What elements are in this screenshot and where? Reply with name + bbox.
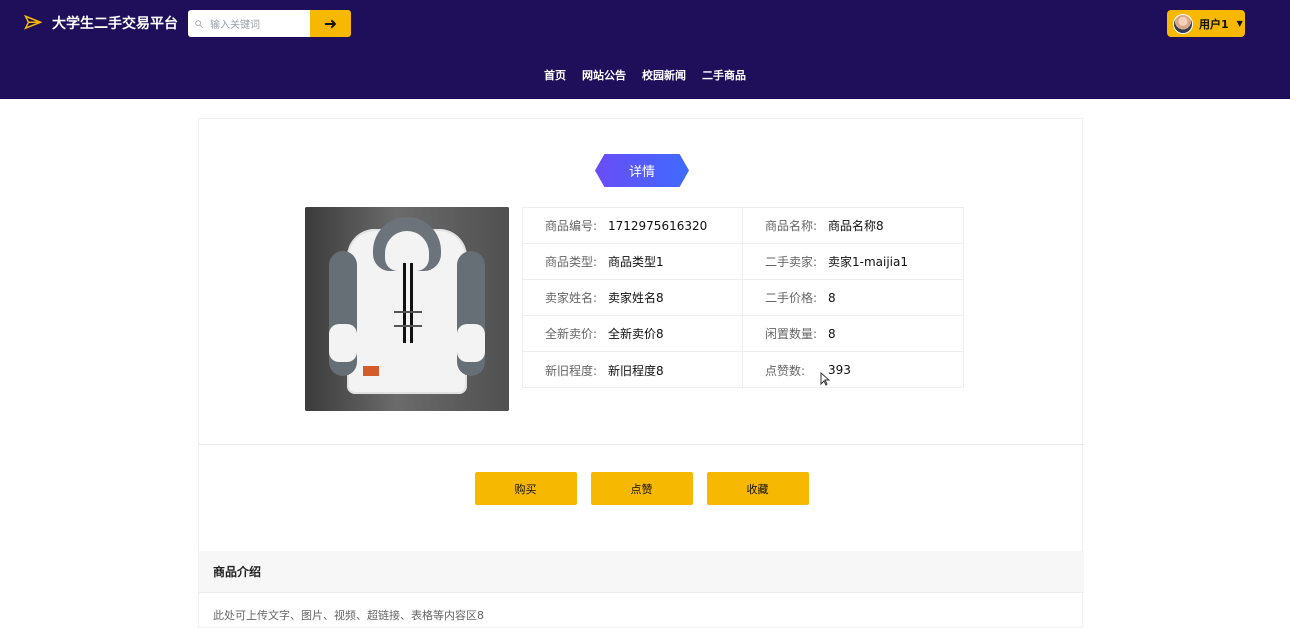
info-cell: 二手卖家: 卖家1-maijia1 <box>743 244 963 280</box>
field-value: 1712975616320 <box>608 218 708 233</box>
action-buttons: 购买 点赞 收藏 <box>199 472 1084 505</box>
hoodie-patch <box>363 366 379 376</box>
info-cell: 闲置数量: 8 <box>743 316 963 352</box>
field-value: 新旧程度8 <box>608 363 664 378</box>
info-cell: 商品类型: 商品类型1 <box>523 244 743 280</box>
hoodie-cuff-left <box>329 324 357 362</box>
field-label: 商品类型: <box>545 255 598 269</box>
product-image <box>305 207 509 411</box>
field-label: 商品名称: <box>765 219 818 233</box>
field-label: 点赞数: <box>765 363 806 378</box>
info-cell: 新旧程度: 新旧程度8 <box>523 352 743 388</box>
avatar <box>1173 13 1193 34</box>
search-input[interactable]: 输入关键词 <box>188 10 310 37</box>
hoodie-sleeve-left <box>329 251 357 376</box>
field-value: 全新卖价8 <box>608 327 664 341</box>
site-title: 大学生二手交易平台 <box>52 16 178 32</box>
field-label: 闲置数量: <box>765 327 818 341</box>
info-cell: 全新卖价: 全新卖价8 <box>523 316 743 352</box>
hoodie-cuff-right <box>457 324 485 362</box>
like-button[interactable]: 点赞 <box>590 472 693 505</box>
hoodie-hood-inner <box>385 231 429 271</box>
brand[interactable]: 大学生二手交易平台 <box>24 13 178 33</box>
info-cell: 点赞数: 393 <box>743 352 963 388</box>
hoodie-sleeve-right <box>457 251 485 376</box>
info-cell: 二手价格: 8 <box>743 280 963 316</box>
search-button[interactable]: ➜ <box>310 10 351 37</box>
field-value: 卖家姓名8 <box>608 291 664 305</box>
nav-notice[interactable]: 网站公告 <box>582 67 626 83</box>
field-label: 商品编号: <box>545 219 598 233</box>
field-value: 商品名称8 <box>828 219 884 233</box>
paper-plane-icon <box>24 14 42 30</box>
field-value: 393 <box>828 363 851 377</box>
hoodie-string <box>410 263 413 343</box>
main-nav: 首页 网站公告 校园新闻 二手商品 <box>0 50 1290 99</box>
field-value: 8 <box>828 326 836 341</box>
field-value: 商品类型1 <box>608 255 664 269</box>
info-cell: 商品编号: 1712975616320 <box>523 208 743 244</box>
search-bar: 输入关键词 ➜ <box>188 10 351 37</box>
hoodie-logo <box>394 311 422 327</box>
product-info-table: 商品编号: 1712975616320 商品名称: 商品名称8 商品类型: 商品… <box>522 207 964 388</box>
intro-title: 商品介绍 <box>199 551 1084 593</box>
info-cell: 卖家姓名: 卖家姓名8 <box>523 280 743 316</box>
field-value: 卖家1-maijia1 <box>828 255 908 269</box>
field-label: 二手价格: <box>765 291 818 305</box>
info-cell: 商品名称: 商品名称8 <box>743 208 963 244</box>
favorite-button[interactable]: 收藏 <box>706 472 809 505</box>
user-menu-button[interactable]: 用户1 ▼ <box>1167 10 1245 37</box>
field-label: 二手卖家: <box>765 255 818 269</box>
search-placeholder: 输入关键词 <box>210 20 260 31</box>
top-header: 大学生二手交易平台 输入关键词 ➜ 用户1 ▼ <box>0 0 1290 50</box>
field-label: 全新卖价: <box>545 327 598 341</box>
arrow-right-icon: ➜ <box>323 14 338 33</box>
field-label: 新旧程度: <box>545 363 598 378</box>
hoodie-illustration <box>329 217 485 394</box>
detail-tag: 详情 <box>595 154 689 187</box>
search-icon <box>195 19 204 28</box>
product-detail-card: 详情 商品编号: 1712975616320 商品名称: 商品名称8 商品类型:… <box>198 118 1084 628</box>
section-divider <box>199 444 1084 445</box>
mouse-cursor-icon <box>820 372 830 386</box>
user-name: 用户1 <box>1199 17 1229 31</box>
hoodie-string <box>403 263 406 343</box>
buy-button[interactable]: 购买 <box>474 472 577 505</box>
nav-products[interactable]: 二手商品 <box>702 67 746 83</box>
caret-down-icon: ▼ <box>1236 19 1243 28</box>
field-label: 卖家姓名: <box>545 291 598 305</box>
field-value: 8 <box>828 290 836 305</box>
nav-news[interactable]: 校园新闻 <box>642 67 686 83</box>
nav-home[interactable]: 首页 <box>544 67 566 83</box>
